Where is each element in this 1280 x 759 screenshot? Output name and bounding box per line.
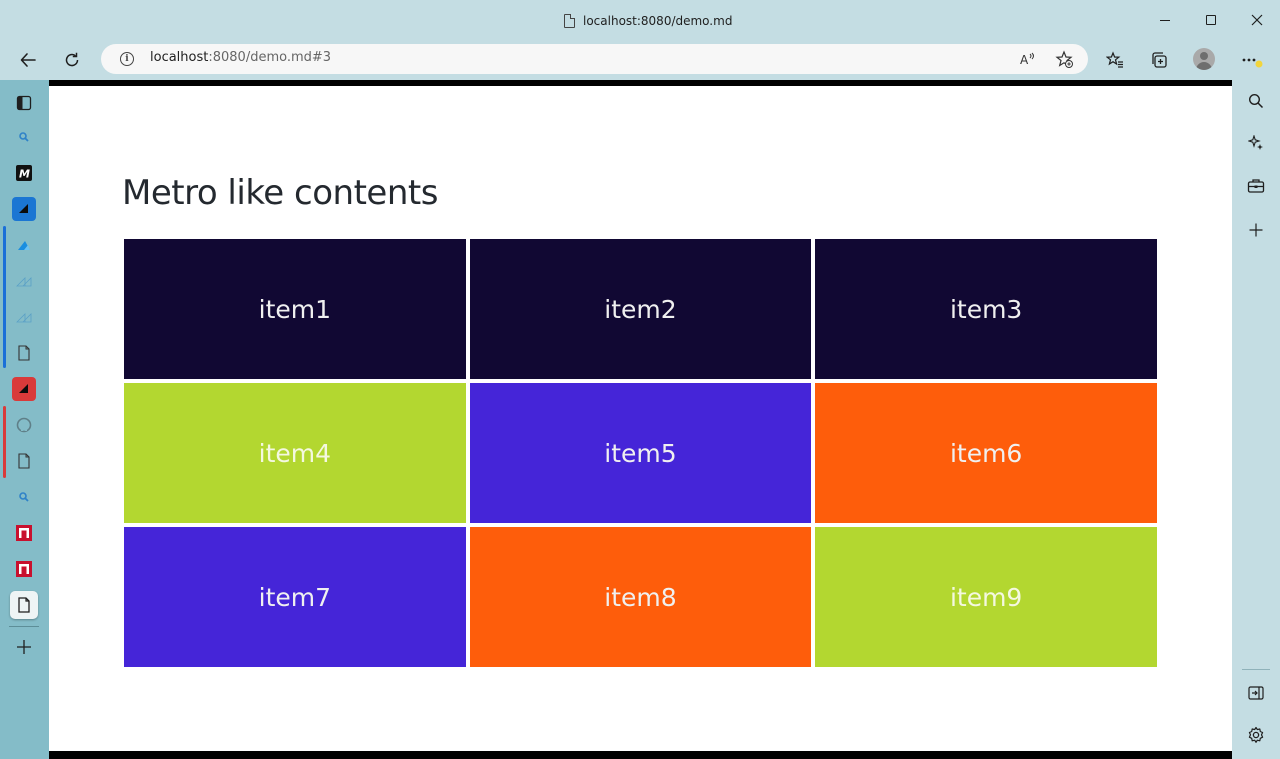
- back-button[interactable]: [12, 44, 44, 76]
- back-arrow-icon: [20, 53, 36, 67]
- tools-icon: [1247, 179, 1265, 193]
- maximize-icon: [1206, 15, 1216, 25]
- hide-sidebar-icon: [1248, 686, 1264, 700]
- copilot-icon: [1248, 135, 1263, 150]
- close-button[interactable]: [1234, 0, 1280, 40]
- new-tab-button[interactable]: [10, 633, 38, 661]
- metro-tile: item7: [124, 527, 466, 667]
- collections-button[interactable]: [1143, 44, 1175, 76]
- vertical-tab[interactable]: [10, 339, 38, 367]
- metro-grid: item1 item2 item3 item4 item5 item6 item…: [123, 238, 1158, 668]
- azure-icon: [12, 197, 36, 221]
- vertical-tab[interactable]: [10, 555, 38, 583]
- github-icon: [16, 417, 32, 433]
- search-icon: [1248, 93, 1264, 109]
- vertical-tab[interactable]: [10, 195, 38, 223]
- red-azure-icon: [12, 377, 36, 401]
- metro-tile: item2: [469, 239, 812, 379]
- refresh-button[interactable]: [56, 44, 88, 76]
- address-bar[interactable]: i localhost:8080/demo.md#3 A: [101, 44, 1088, 74]
- search-icon: [19, 132, 29, 142]
- vertical-tab[interactable]: [10, 231, 38, 259]
- red-n-icon: [16, 561, 32, 577]
- new-tab-icon: [17, 640, 31, 654]
- vertical-tab[interactable]: [10, 303, 38, 331]
- sidebar-search-button[interactable]: [1244, 89, 1268, 113]
- copilot-button[interactable]: [1244, 131, 1268, 155]
- minimize-button[interactable]: [1142, 0, 1188, 40]
- site-info-icon[interactable]: i: [120, 52, 134, 66]
- metro-tile: item6: [815, 383, 1157, 523]
- metro-tile: item9: [815, 527, 1157, 667]
- tab-actions-button[interactable]: [10, 89, 38, 117]
- vertical-tab[interactable]: M: [10, 159, 38, 187]
- add-icon: [1249, 223, 1263, 237]
- document-icon: [564, 14, 575, 28]
- browser-toolbar: i localhost:8080/demo.md#3 A: [0, 40, 1280, 80]
- tools-button[interactable]: [1244, 174, 1268, 198]
- sidebar-divider: [1242, 669, 1270, 670]
- sidebar-settings-button[interactable]: [1244, 723, 1268, 747]
- settings-more-button[interactable]: [1236, 44, 1268, 76]
- document-icon: [18, 345, 30, 361]
- vertical-tab[interactable]: [10, 519, 38, 547]
- metro-tile: item8: [469, 527, 812, 667]
- page-title: Metro like contents: [122, 173, 438, 213]
- minimize-icon: [1160, 19, 1170, 21]
- tab-group-red: [3, 406, 6, 478]
- vertical-tabs-bar: M: [0, 80, 49, 759]
- document-icon: [18, 453, 30, 469]
- red-n-icon: [16, 525, 32, 541]
- tabs-divider: [9, 626, 39, 627]
- svg-text:A: A: [1020, 53, 1029, 67]
- tab-group-blue: [3, 226, 6, 368]
- collections-icon: [1152, 52, 1167, 68]
- favorites-button[interactable]: [1099, 44, 1131, 76]
- m-logo-icon: M: [16, 165, 32, 181]
- maximize-button[interactable]: [1188, 0, 1234, 40]
- azure-icon: [18, 241, 30, 250]
- close-icon: [1251, 14, 1263, 26]
- favorites-icon: [1106, 51, 1123, 68]
- vertical-tab[interactable]: [10, 411, 38, 439]
- refresh-icon: [65, 52, 79, 67]
- azure-faded-icon: [16, 313, 32, 323]
- window-title-text: localhost:8080/demo.md: [583, 14, 733, 28]
- window-title: localhost:8080/demo.md: [564, 12, 732, 30]
- metro-tile: item5: [469, 383, 812, 523]
- tab-actions-icon: [16, 95, 32, 111]
- url-host: localhost: [150, 50, 209, 65]
- vertical-tab[interactable]: [10, 123, 38, 151]
- vertical-tab[interactable]: [10, 483, 38, 511]
- add-sidebar-app-button[interactable]: [1244, 218, 1268, 242]
- add-favorite-icon[interactable]: [1054, 49, 1074, 69]
- url-text[interactable]: localhost:8080/demo.md#3: [150, 50, 331, 65]
- profile-avatar[interactable]: [1193, 48, 1215, 70]
- vertical-tab-active[interactable]: [10, 591, 38, 619]
- window-controls: [1142, 0, 1280, 40]
- metro-tile: item3: [815, 239, 1157, 379]
- hide-sidebar-button[interactable]: [1244, 681, 1268, 705]
- more-dots-icon: [1242, 58, 1263, 68]
- url-path: :8080/demo.md#3: [208, 50, 332, 65]
- metro-tile: item4: [124, 383, 466, 523]
- read-aloud-icon[interactable]: A: [1018, 49, 1038, 69]
- title-bar: localhost:8080/demo.md: [0, 0, 1280, 40]
- vertical-tab[interactable]: [10, 267, 38, 295]
- svg-text:M: M: [19, 168, 30, 181]
- search-icon: [19, 492, 29, 502]
- vertical-tab[interactable]: [10, 447, 38, 475]
- metro-tile: item1: [124, 239, 466, 379]
- azure-faded-icon: [16, 277, 32, 287]
- page-viewport: Metro like contents item1 item2 item3 it…: [49, 80, 1232, 759]
- right-sidebar: [1232, 80, 1280, 759]
- vertical-tab[interactable]: [10, 375, 38, 403]
- settings-icon: [1248, 726, 1264, 743]
- document-icon: [18, 597, 30, 613]
